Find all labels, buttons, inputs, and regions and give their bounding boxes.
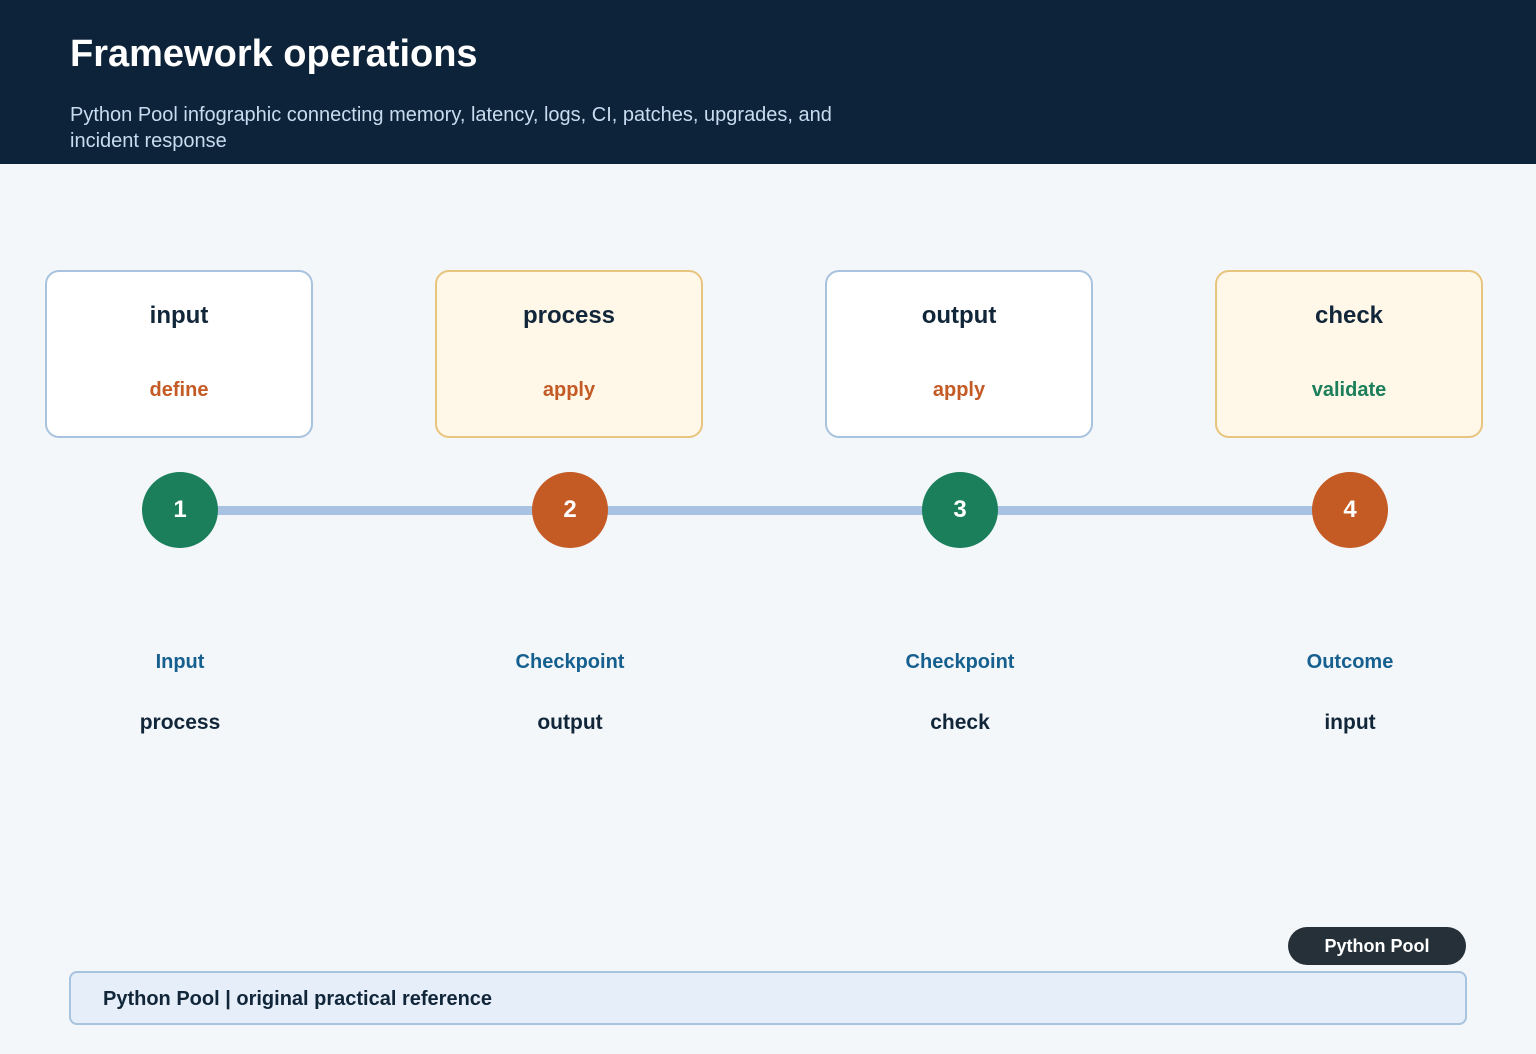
step-label-3: Checkpoint <box>905 651 1015 673</box>
footer-text: Python Pool | original practical referen… <box>103 988 493 1010</box>
step-label-1: Input <box>155 651 205 673</box>
brand-badge: Python Pool <box>1288 927 1466 965</box>
step-value-1: process <box>139 711 221 734</box>
page-title: Framework operations <box>70 33 478 75</box>
footer-bar: Python Pool | original practical referen… <box>69 971 1467 1025</box>
stage-card-title: input <box>149 302 209 329</box>
stage-card-title: process <box>522 302 616 329</box>
stage-card-subtitle: apply <box>932 379 986 401</box>
step-number-4: 4 <box>1312 472 1388 548</box>
stage-card-3: output apply <box>825 270 1093 438</box>
stage-card-2: process apply <box>435 270 703 438</box>
stage-card-subtitle: validate <box>1311 379 1387 401</box>
timeline-connector-1-2 <box>180 506 570 515</box>
page-subtitle: Python Pool infographic connecting memor… <box>70 104 832 152</box>
stage-card-subtitle: define <box>149 379 209 401</box>
stage-card-title: check <box>1314 302 1384 329</box>
step-value-3: check <box>930 711 990 734</box>
stage-card-subtitle: apply <box>542 379 596 401</box>
timeline-connector-2-3 <box>570 506 960 515</box>
step-label-2: Checkpoint <box>515 651 625 673</box>
step-number-3: 3 <box>922 472 998 548</box>
step-number-1: 1 <box>142 472 218 548</box>
stage-card-title: output <box>921 302 997 329</box>
stage-card-1: input define <box>45 270 313 438</box>
step-value-4: input <box>1324 711 1376 734</box>
step-number-2: 2 <box>532 472 608 548</box>
step-label-4: Outcome <box>1306 651 1394 673</box>
header-banner: Framework operations Python Pool infogra… <box>0 0 1536 164</box>
timeline-connector-3-4 <box>960 506 1350 515</box>
stage-card-4: check validate <box>1215 270 1483 438</box>
step-value-2: output <box>537 711 603 734</box>
